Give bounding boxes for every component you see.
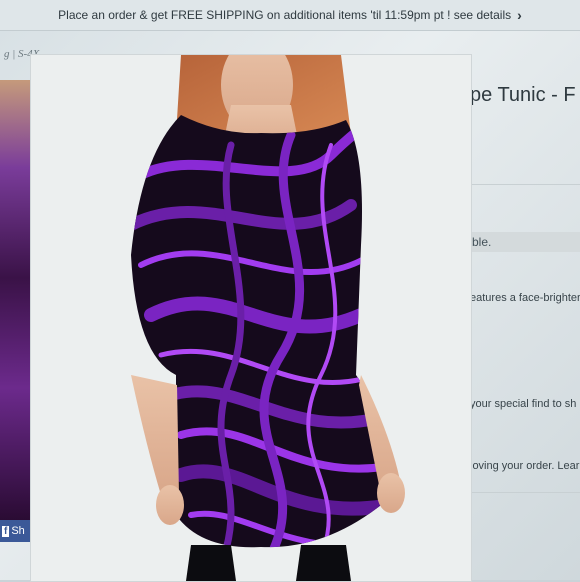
product-title: pe Tunic - F (470, 84, 576, 106)
description-line-2: your special find to sh (470, 398, 577, 410)
availability-text: ble. (472, 235, 492, 249)
divider (470, 492, 580, 493)
promo-text: Place an order & get FREE SHIPPING on ad… (58, 8, 512, 22)
description-line-1: eatures a face-brighter (470, 292, 580, 304)
availability-notice: ble. (470, 232, 580, 252)
promo-banner[interactable]: Place an order & get FREE SHIPPING on ad… (0, 0, 580, 31)
product-photo (31, 55, 471, 581)
chevron-right-icon: › (517, 7, 522, 23)
share-label: Sh (11, 525, 25, 537)
description-line-3: loving your order. Lear (470, 460, 580, 472)
facebook-share-button[interactable]: f Sh (0, 520, 32, 542)
background-product-thumbnail[interactable] (0, 80, 30, 520)
facebook-icon: f (2, 525, 10, 537)
product-image-lightbox[interactable] (30, 54, 472, 582)
divider (470, 184, 580, 185)
